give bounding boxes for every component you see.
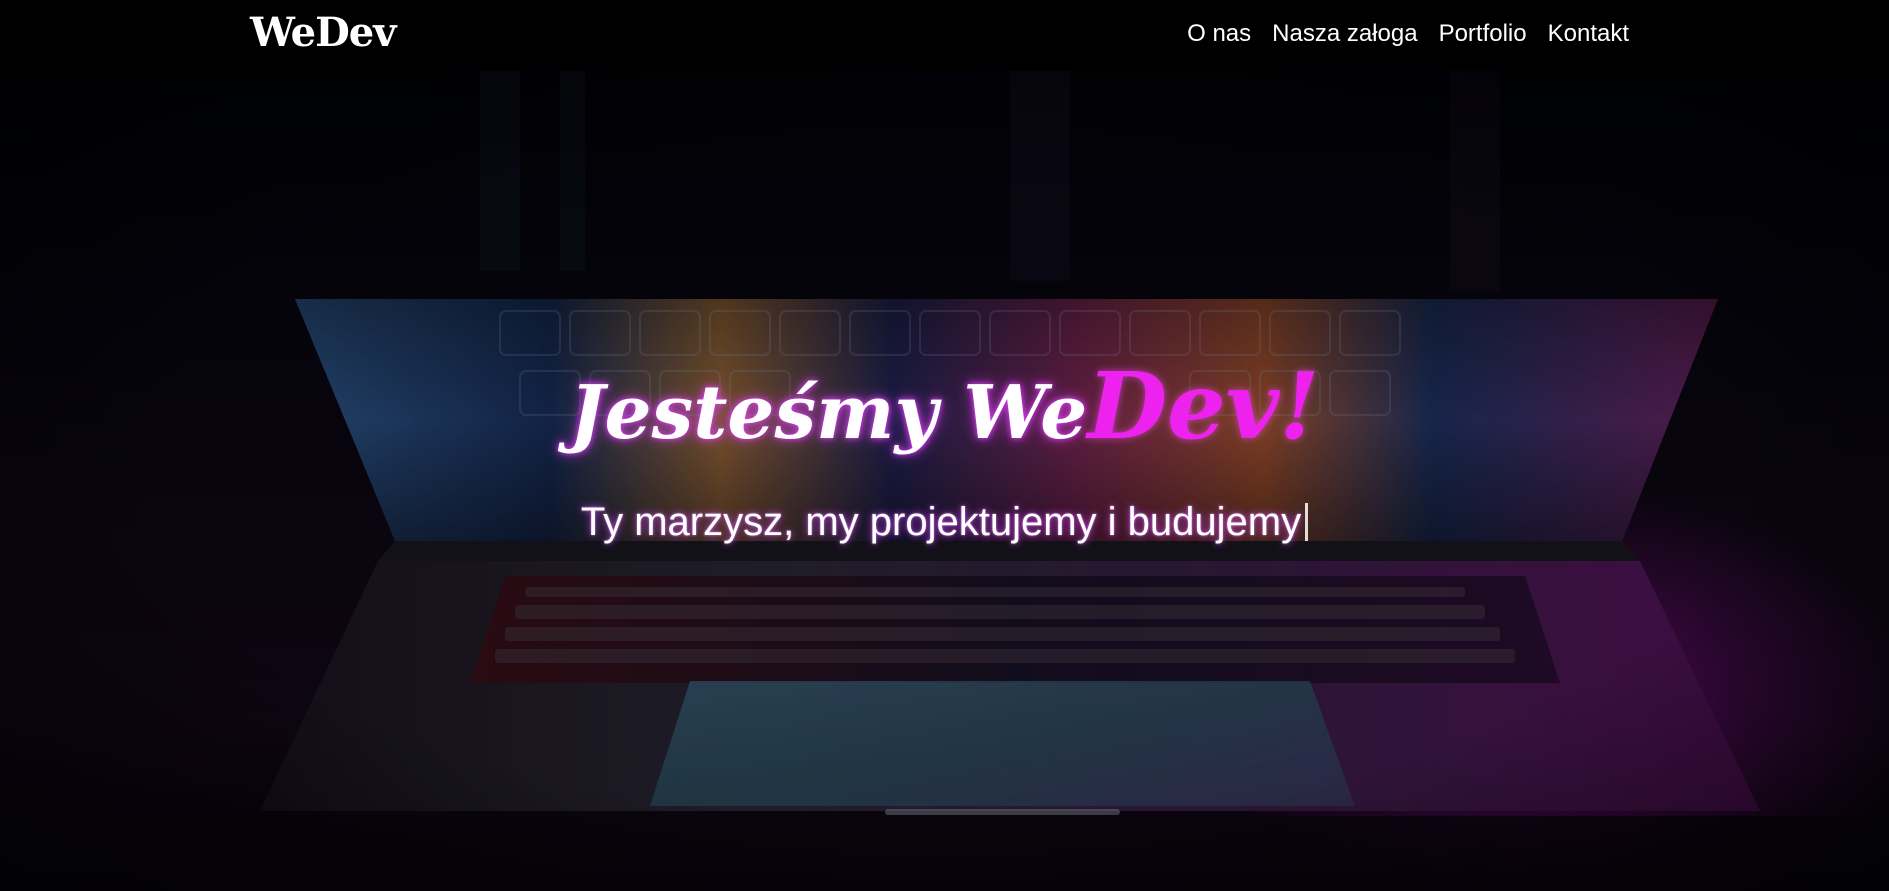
- nav-link-nasza-zaloga[interactable]: Nasza załoga: [1272, 18, 1417, 50]
- hero-section: Jesteśmy WeDev! Ty marzysz, my projektuj…: [0, 71, 1889, 891]
- navbar: WeDev O nas Nasza załoga Portfolio Konta…: [0, 0, 1889, 71]
- page: WeDev O nas Nasza załoga Portfolio Konta…: [0, 0, 1889, 891]
- typing-cursor: [1305, 503, 1309, 541]
- hero-subtitle: Ty marzysz, my projektujemy i budujemy: [580, 500, 1302, 544]
- nav-link-portfolio[interactable]: Portfolio: [1439, 18, 1527, 50]
- hero-subtitle-container: Ty marzysz, my projektujemy i budujemy: [0, 496, 1889, 548]
- hero-title-accent: Dev!: [1087, 352, 1320, 460]
- laptop-background-image: [0, 71, 1889, 891]
- nav-link-kontakt[interactable]: Kontakt: [1548, 18, 1629, 50]
- nav-menu: O nas Nasza załoga Portfolio Kontakt: [1187, 18, 1629, 50]
- logo[interactable]: WeDev: [250, 8, 396, 58]
- hero-title: Jesteśmy WeDev!: [0, 356, 1889, 463]
- hero-title-main: Jesteśmy We: [569, 370, 1088, 456]
- nav-link-o-nas[interactable]: O nas: [1187, 18, 1251, 50]
